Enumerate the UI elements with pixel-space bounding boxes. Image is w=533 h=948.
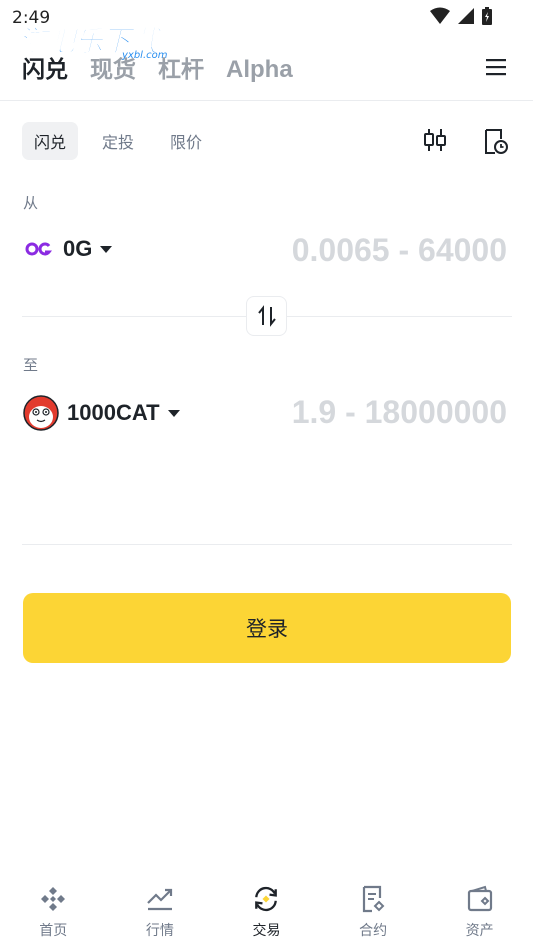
to-coin-selector[interactable]: 1000CAT xyxy=(23,395,180,431)
to-coin-symbol: 1000CAT xyxy=(67,400,160,425)
trade-swap-icon xyxy=(255,886,278,912)
wifi-icon xyxy=(430,7,450,24)
swap-direction-button[interactable] xyxy=(246,296,287,336)
subtab-convert[interactable]: 闪兑 xyxy=(22,122,79,160)
tab-alpha[interactable]: Alpha xyxy=(226,56,293,84)
header-tools xyxy=(423,127,509,155)
bottom-nav: 首页 行情 交易 合约 资产 xyxy=(0,884,533,948)
nav-assets[interactable]: 资产 xyxy=(426,884,533,948)
tab-convert[interactable]: 闪兑 xyxy=(22,50,68,84)
candlestick-chart-icon[interactable] xyxy=(423,127,447,153)
from-amount-input[interactable]: 0.0065 - 64000 xyxy=(292,232,507,269)
nav-markets-label: 行情 xyxy=(145,923,174,939)
tab-margin[interactable]: 杠杆 xyxy=(158,50,204,84)
from-caret-down-icon xyxy=(100,245,113,253)
subtab-recurring[interactable]: 定投 xyxy=(90,122,146,160)
from-label: 从 xyxy=(23,194,39,212)
0g-logo-icon xyxy=(25,242,53,256)
battery-icon xyxy=(482,7,492,25)
sub-tabs: 闪兑 定投 限价 xyxy=(22,122,226,160)
to-label: 至 xyxy=(23,356,39,374)
from-coin-selector[interactable]: 0G xyxy=(23,234,113,264)
menu-icon[interactable] xyxy=(485,56,507,78)
from-coin-symbol: 0G xyxy=(63,236,93,261)
form-bottom-divider xyxy=(22,544,512,545)
nav-futures-label: 合约 xyxy=(359,923,388,939)
status-icons xyxy=(429,6,493,26)
nav-home-label: 首页 xyxy=(39,923,68,939)
top-tabs: 闪兑 现货 杠杆 Alpha xyxy=(22,50,293,84)
nav-futures[interactable]: 合约 xyxy=(320,884,427,948)
nav-trade[interactable]: 交易 xyxy=(213,884,320,948)
signal-icon xyxy=(458,8,474,24)
to-amount-input[interactable]: 1.9 - 18000000 xyxy=(292,394,507,431)
header-divider xyxy=(0,100,533,101)
wallet-icon xyxy=(467,885,492,912)
to-caret-down-icon xyxy=(167,409,180,417)
order-history-icon[interactable] xyxy=(483,127,509,155)
home-diamond-icon xyxy=(41,887,66,911)
market-chart-icon xyxy=(147,888,172,911)
nav-assets-label: 资产 xyxy=(465,923,494,939)
cat-avatar-icon xyxy=(23,395,59,431)
tab-spot[interactable]: 现货 xyxy=(90,50,136,84)
subtab-limit[interactable]: 限价 xyxy=(158,122,214,160)
futures-document-icon xyxy=(362,885,385,913)
nav-trade-label: 交易 xyxy=(252,923,281,939)
swap-arrows-icon xyxy=(257,305,276,327)
login-button[interactable]: 登录 xyxy=(23,593,511,663)
nav-home[interactable]: 首页 xyxy=(0,884,107,948)
nav-markets[interactable]: 行情 xyxy=(107,884,214,948)
